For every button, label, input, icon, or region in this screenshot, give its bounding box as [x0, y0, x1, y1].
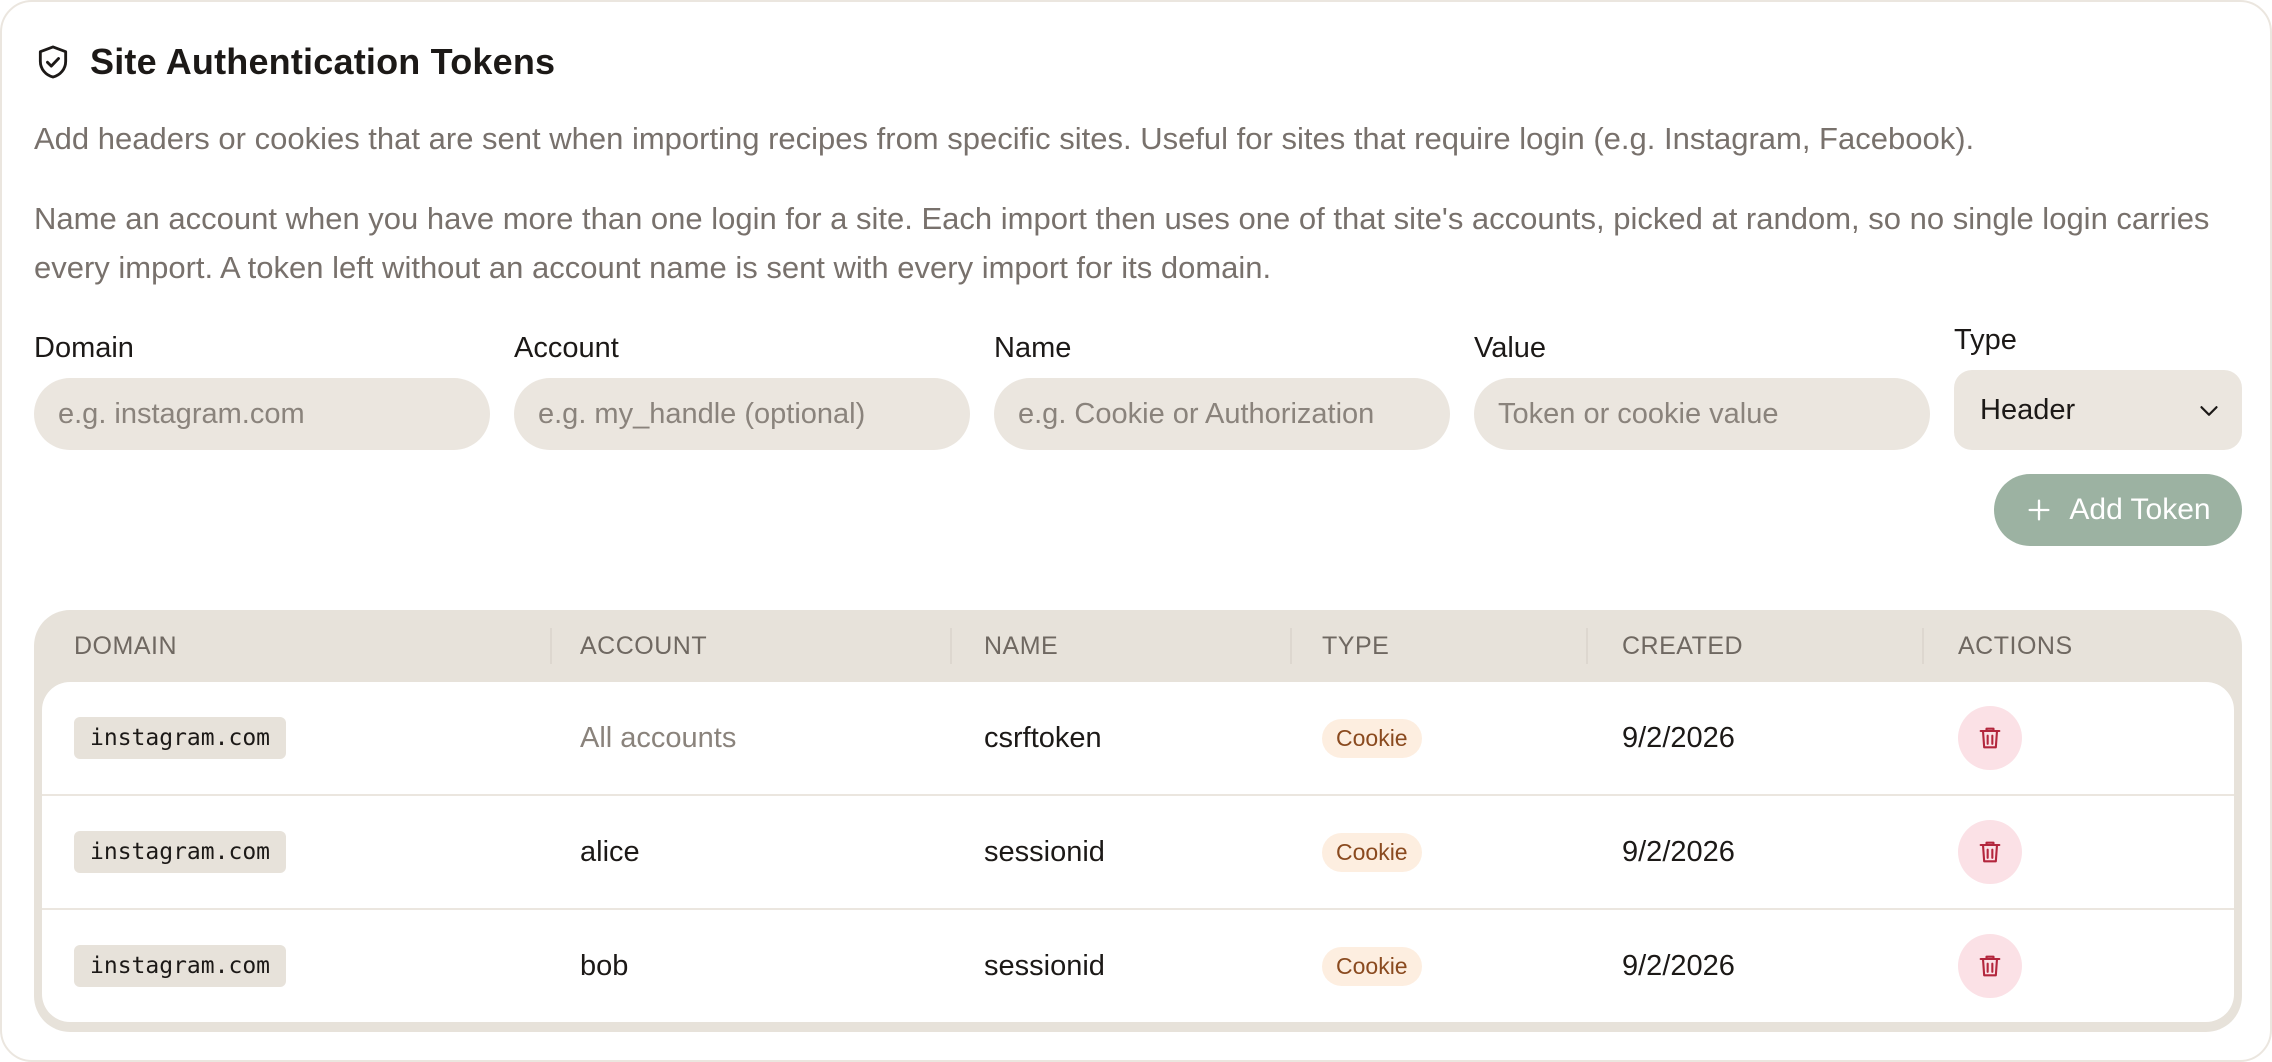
column-header-actions: ACTIONS	[1958, 631, 2073, 660]
value-label: Value	[1474, 332, 1547, 364]
table-body: instagram.com All accounts csrftoken Coo…	[42, 682, 2234, 1022]
row-created: 9/2/2026	[1622, 721, 1735, 754]
column-header-name: NAME	[984, 631, 1059, 660]
tokens-table: DOMAIN ACCOUNT NAME TYPE CREATED ACTIONS…	[34, 610, 2242, 1032]
add-token-button[interactable]: Add Token	[1994, 474, 2242, 546]
type-select-value: Header	[1980, 393, 2076, 426]
row-domain: instagram.com	[74, 945, 287, 987]
type-label: Type	[1954, 324, 2017, 356]
row-name: sessionid	[984, 835, 1105, 868]
row-account: All accounts	[580, 721, 737, 754]
chevron-down-icon	[2194, 396, 2224, 426]
account-input[interactable]	[514, 378, 970, 450]
column-header-type: TYPE	[1322, 631, 1390, 660]
trash-icon	[1979, 955, 2001, 977]
add-token-label: Add Token	[2069, 493, 2211, 526]
row-created: 9/2/2026	[1622, 949, 1735, 982]
domain-input[interactable]	[34, 378, 490, 450]
column-header-domain: DOMAIN	[74, 631, 177, 660]
name-label: Name	[994, 332, 1072, 364]
type-select[interactable]: Header	[1954, 370, 2242, 450]
delete-token-button[interactable]	[1958, 934, 2022, 998]
table-row: instagram.com bob sessionid Cookie 9/2/2…	[42, 910, 2234, 1022]
row-domain: instagram.com	[74, 831, 287, 873]
row-domain: instagram.com	[74, 717, 287, 759]
account-label: Account	[514, 332, 619, 364]
section-title: Site Authentication Tokens	[90, 41, 556, 82]
section-description: Add headers or cookies that are sent whe…	[34, 121, 1975, 156]
delete-token-button[interactable]	[1958, 706, 2022, 770]
type-badge: Cookie	[1322, 718, 1422, 758]
domain-label: Domain	[34, 332, 134, 364]
value-input[interactable]	[1474, 378, 1930, 450]
row-account: alice	[580, 835, 640, 868]
name-input[interactable]	[994, 378, 1450, 450]
type-badge: Cookie	[1322, 946, 1422, 986]
row-name: sessionid	[984, 949, 1105, 982]
row-account: bob	[580, 949, 629, 982]
section-header: Site Authentication Tokens	[34, 40, 555, 84]
row-created: 9/2/2026	[1622, 835, 1735, 868]
delete-token-button[interactable]	[1958, 820, 2022, 884]
trash-icon	[1979, 727, 2001, 749]
column-header-created: CREATED	[1622, 631, 1744, 660]
table-header: DOMAIN ACCOUNT NAME TYPE CREATED ACTIONS	[34, 610, 2242, 682]
plus-icon	[2025, 496, 2053, 524]
row-name: csrftoken	[984, 721, 1102, 754]
shield-check-icon	[34, 43, 72, 81]
column-header-account: ACCOUNT	[580, 631, 708, 660]
table-row: instagram.com alice sessionid Cookie 9/2…	[42, 796, 2234, 910]
section-account-help: Name an account when you have more than …	[34, 201, 2210, 285]
trash-icon	[1979, 841, 2001, 863]
auth-tokens-card: Site Authentication Tokens Add headers o…	[0, 0, 2272, 1062]
table-row: instagram.com All accounts csrftoken Coo…	[42, 682, 2234, 796]
type-badge: Cookie	[1322, 832, 1422, 872]
